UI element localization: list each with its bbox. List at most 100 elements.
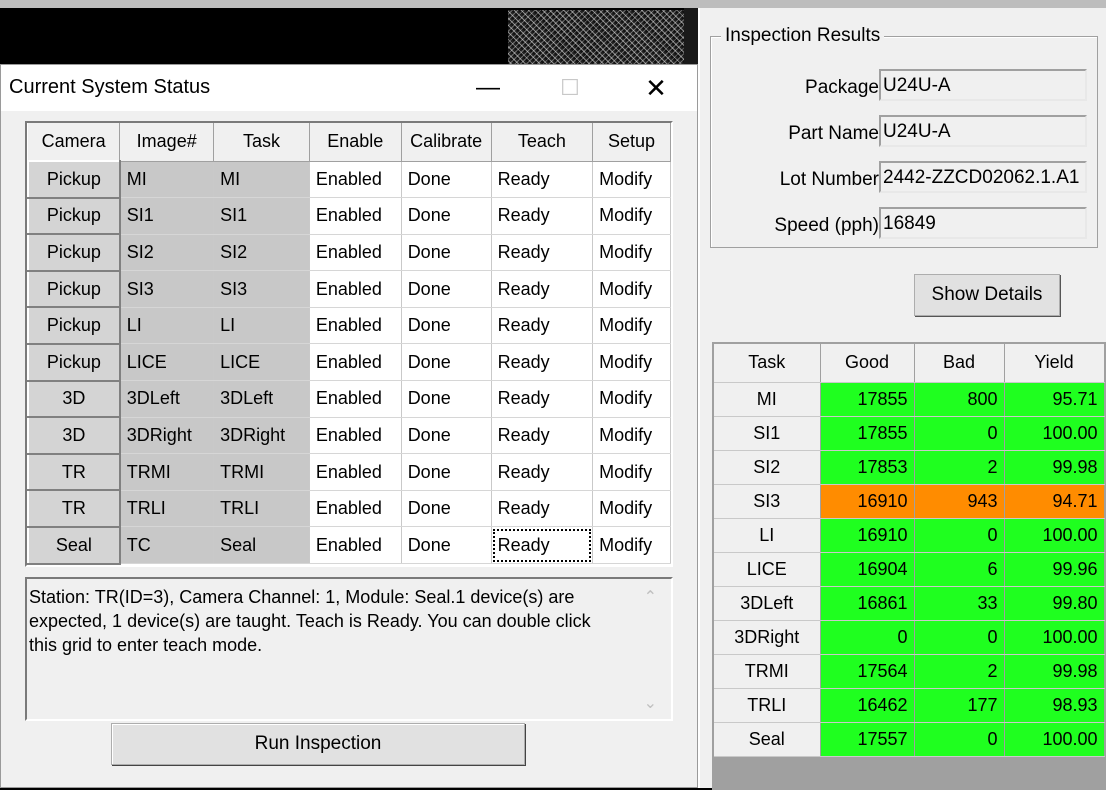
lot-number-field[interactable]: 2442-ZZCD02062.1.A1 <box>879 161 1087 193</box>
results-header-good[interactable]: Good <box>820 344 915 383</box>
image-cell[interactable]: 3DRight <box>119 417 215 455</box>
image-cell[interactable]: SI2 <box>119 234 215 272</box>
header-task[interactable]: Task <box>213 123 310 162</box>
results-good-cell[interactable]: 16861 <box>820 586 915 621</box>
image-cell[interactable]: LI <box>119 307 215 345</box>
results-bad-cell[interactable]: 177 <box>914 688 1005 723</box>
package-field[interactable]: U24U-A <box>879 69 1087 101</box>
teach-cell[interactable]: Ready <box>491 453 594 491</box>
camera-cell[interactable]: TR <box>27 452 121 492</box>
results-task-cell[interactable]: LICE <box>714 552 821 587</box>
image-cell[interactable]: TRLI <box>119 490 215 528</box>
results-good-cell[interactable]: 16904 <box>820 552 915 587</box>
task-cell[interactable]: SI1 <box>213 197 310 235</box>
status-grid[interactable]: Camera Image# Task Enable Calibrate Teac… <box>25 121 673 567</box>
results-task-cell[interactable]: 3DRight <box>714 620 821 655</box>
results-good-cell[interactable]: 17853 <box>820 450 915 485</box>
task-cell[interactable]: SI3 <box>213 270 310 308</box>
header-enable[interactable]: Enable <box>309 123 402 162</box>
results-good-cell[interactable]: 17855 <box>820 382 915 417</box>
calibrate-cell[interactable]: Done <box>401 234 492 272</box>
results-header-bad[interactable]: Bad <box>914 344 1005 383</box>
results-yield-cell[interactable]: 100.00 <box>1004 620 1105 655</box>
calibrate-cell[interactable]: Done <box>401 161 492 199</box>
results-yield-cell[interactable]: 100.00 <box>1004 722 1105 757</box>
enable-cell[interactable]: Enabled <box>309 234 402 272</box>
setup-cell[interactable]: Modify <box>592 490 671 528</box>
results-task-cell[interactable]: TRLI <box>714 688 821 723</box>
teach-cell[interactable]: Ready <box>491 197 594 235</box>
status-row[interactable]: Pickup LICE LICE Enabled Done Ready Modify <box>27 342 671 382</box>
image-cell[interactable]: LICE <box>119 343 215 382</box>
setup-cell[interactable]: Modify <box>592 343 671 382</box>
maximize-icon[interactable]: ☐ <box>547 65 593 111</box>
teach-cell[interactable]: Ready <box>491 307 594 345</box>
camera-cell[interactable]: Pickup <box>27 196 121 236</box>
status-row[interactable]: Pickup SI2 SI2 Enabled Done Ready Modify <box>27 233 671 272</box>
setup-cell[interactable]: Modify <box>592 526 671 565</box>
teach-cell[interactable]: Ready <box>491 343 594 382</box>
results-row[interactable]: TRMI 17564 2 99.98 <box>714 654 1105 689</box>
results-row[interactable]: LI 16910 0 100.00 <box>714 518 1105 553</box>
calibrate-cell[interactable]: Done <box>401 343 492 382</box>
camera-cell[interactable]: Seal <box>27 525 121 565</box>
teach-cell[interactable]: Ready <box>491 490 594 528</box>
header-calibrate[interactable]: Calibrate <box>401 123 492 162</box>
task-cell[interactable]: MI <box>213 161 310 199</box>
calibrate-cell[interactable]: Done <box>401 526 492 565</box>
status-row[interactable]: Pickup LI LI Enabled Done Ready Modify <box>27 306 671 345</box>
enable-cell[interactable]: Enabled <box>309 417 402 455</box>
results-row[interactable]: SI2 17853 2 99.98 <box>714 450 1105 485</box>
task-cell[interactable]: TRLI <box>213 490 310 528</box>
teach-cell[interactable]: Ready <box>491 270 594 308</box>
teach-cell[interactable]: Ready <box>491 417 594 455</box>
results-bad-cell[interactable]: 800 <box>914 382 1005 417</box>
header-image[interactable]: Image# <box>119 123 215 162</box>
part-name-field[interactable]: U24U-A <box>879 115 1087 147</box>
results-good-cell[interactable]: 16910 <box>820 518 915 553</box>
results-good-cell[interactable]: 17855 <box>820 416 915 451</box>
results-yield-cell[interactable]: 98.93 <box>1004 688 1105 723</box>
camera-cell[interactable]: Pickup <box>27 160 121 199</box>
enable-cell[interactable]: Enabled <box>309 197 402 235</box>
results-yield-cell[interactable]: 99.98 <box>1004 450 1105 485</box>
status-row[interactable]: Seal TC Seal Enabled Done Ready Modify <box>27 525 671 565</box>
results-bad-cell[interactable]: 33 <box>914 586 1005 621</box>
results-good-cell[interactable]: 16462 <box>820 688 915 723</box>
results-bad-cell[interactable]: 0 <box>914 416 1005 451</box>
results-yield-cell[interactable]: 99.80 <box>1004 586 1105 621</box>
status-row[interactable]: TR TRLI TRLI Enabled Done Ready Modify <box>27 489 671 528</box>
camera-cell[interactable]: Pickup <box>27 306 121 345</box>
minimize-icon[interactable]: — <box>465 65 511 111</box>
enable-cell[interactable]: Enabled <box>309 270 402 308</box>
header-camera[interactable]: Camera <box>28 123 121 162</box>
image-cell[interactable]: 3DLeft <box>119 380 215 418</box>
task-cell[interactable]: 3DRight <box>213 417 310 455</box>
task-cell[interactable]: SI2 <box>213 234 310 272</box>
results-yield-cell[interactable]: 99.96 <box>1004 552 1105 587</box>
results-bad-cell[interactable]: 6 <box>914 552 1005 587</box>
results-good-cell[interactable]: 17557 <box>820 722 915 757</box>
task-cell[interactable]: 3DLeft <box>213 380 310 418</box>
results-bad-cell[interactable]: 0 <box>914 620 1005 655</box>
calibrate-cell[interactable]: Done <box>401 417 492 455</box>
task-cell[interactable]: Seal <box>213 526 310 565</box>
image-cell[interactable]: TC <box>119 526 215 565</box>
image-cell[interactable]: SI3 <box>119 270 215 308</box>
results-bad-cell[interactable]: 943 <box>914 484 1005 519</box>
enable-cell[interactable]: Enabled <box>309 380 402 418</box>
results-task-cell[interactable]: SI3 <box>714 484 821 519</box>
enable-cell[interactable]: Enabled <box>309 453 402 491</box>
status-row[interactable]: 3D 3DLeft 3DLeft Enabled Done Ready Modify <box>27 379 671 419</box>
enable-cell[interactable]: Enabled <box>309 343 402 382</box>
camera-cell[interactable]: 3D <box>27 416 121 455</box>
camera-cell[interactable]: Pickup <box>27 233 121 272</box>
results-row[interactable]: 3DRight 0 0 100.00 <box>714 620 1105 655</box>
setup-cell[interactable]: Modify <box>592 453 671 491</box>
image-cell[interactable]: TRMI <box>119 453 215 491</box>
setup-cell[interactable]: Modify <box>592 197 671 235</box>
image-cell[interactable]: MI <box>119 161 215 199</box>
results-task-cell[interactable]: SI1 <box>714 416 821 451</box>
header-teach[interactable]: Teach <box>491 123 594 162</box>
teach-cell[interactable]: Ready <box>491 234 594 272</box>
